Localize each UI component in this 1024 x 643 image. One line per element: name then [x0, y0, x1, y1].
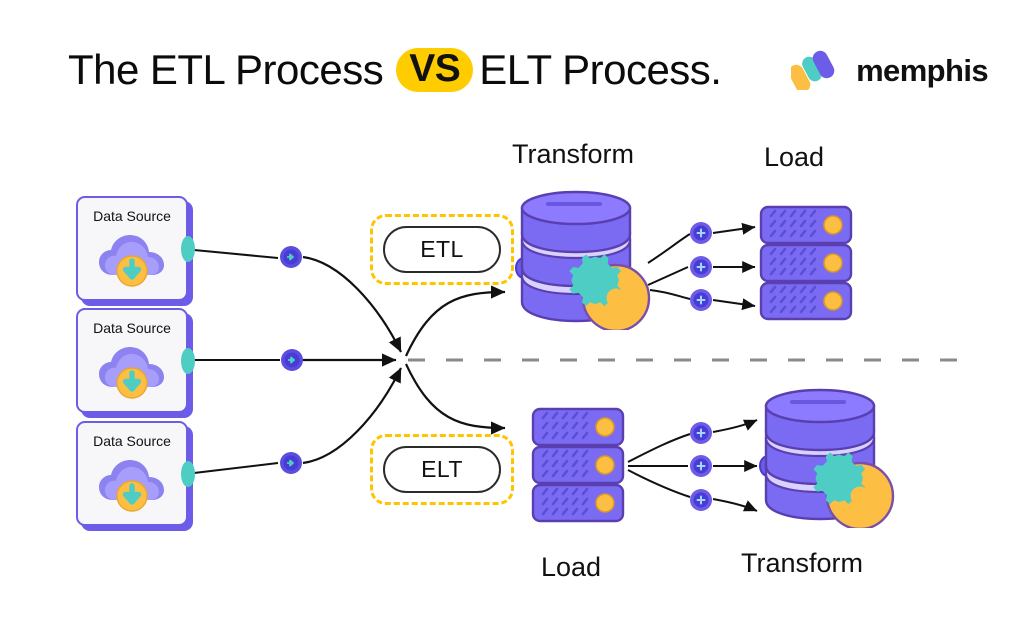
flow-node-icon-source-2[interactable]: [280, 348, 304, 372]
etl-vs-elt-diagram: The ETL Process VS ELT Process. memphis …: [0, 0, 1024, 643]
data-source-card-2[interactable]: Data Source: [76, 308, 195, 413]
server-rack-icon-top[interactable]: [758, 203, 854, 328]
cloud-download-icon: [97, 456, 167, 514]
elt-badge[interactable]: ELT: [370, 434, 514, 505]
data-source-label: Data Source: [93, 320, 171, 336]
flow-node-icon-top-2[interactable]: [689, 255, 713, 279]
data-source-card-1[interactable]: Data Source: [76, 196, 195, 301]
server-rack-icon-bottom[interactable]: [530, 405, 626, 530]
data-source-port: [181, 347, 195, 374]
flow-node-icon-bottom-1[interactable]: [689, 421, 713, 445]
cloud-download-icon: [97, 343, 167, 401]
flow-node-icon-bottom-2[interactable]: [689, 454, 713, 478]
data-source-card-3[interactable]: Data Source: [76, 421, 195, 526]
data-source-label: Data Source: [93, 208, 171, 224]
database-gear-icon-bottom[interactable]: [752, 388, 904, 533]
data-source-port: [181, 460, 195, 487]
data-source-port: [181, 235, 195, 262]
flow-node-icon-source-3[interactable]: [279, 451, 303, 475]
flow-node-icon-source-1[interactable]: [279, 245, 303, 269]
etl-badge-label: ETL: [383, 226, 501, 273]
flow-node-icon-top-1[interactable]: [689, 221, 713, 245]
elt-badge-label: ELT: [383, 446, 501, 493]
database-gear-icon-top[interactable]: [508, 190, 660, 335]
flow-node-icon-top-3[interactable]: [689, 288, 713, 312]
data-source-label: Data Source: [93, 433, 171, 449]
etl-badge[interactable]: ETL: [370, 214, 514, 285]
cloud-download-icon: [97, 231, 167, 289]
flow-node-icon-bottom-3[interactable]: [689, 488, 713, 512]
